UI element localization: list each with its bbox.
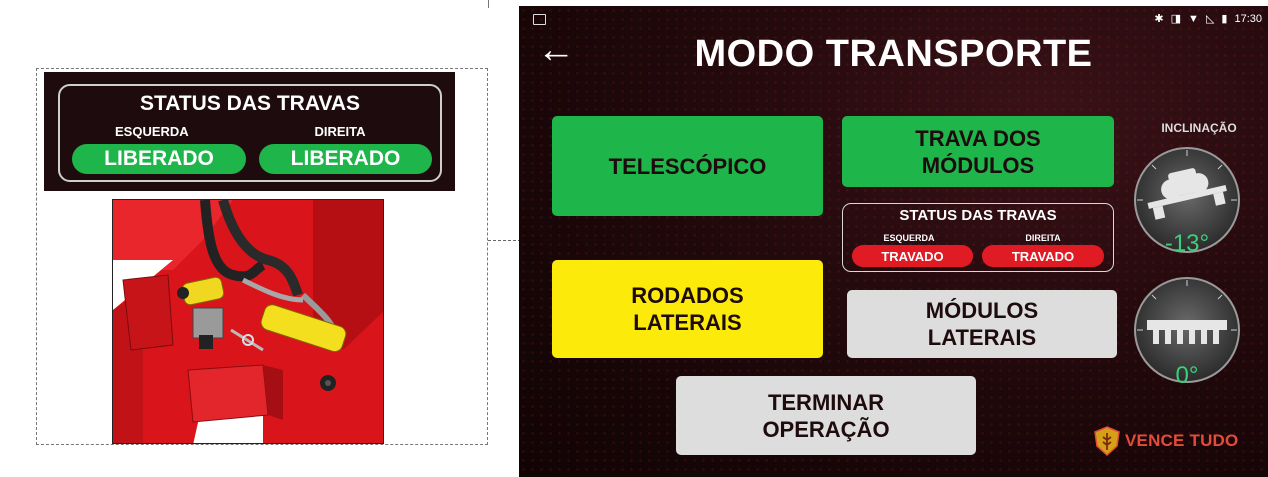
terminar-label-line1: TERMINAR — [767, 389, 885, 415]
rodados-laterais-button[interactable]: RODADOS LATERAIS — [552, 260, 823, 358]
signal-icon: ◺ — [1205, 13, 1215, 25]
trava-modulos-label-line1: TRAVA DOS — [915, 125, 1041, 151]
lock-status-panel: STATUS DAS TRAVAS ESQUERDA DIREITA TRAVA… — [842, 203, 1114, 272]
status-zoom-right-value: LIBERADO — [259, 144, 432, 174]
telescopico-button[interactable]: TELESCÓPICO — [552, 116, 823, 216]
modulos-label-line1: MÓDULOS — [925, 298, 1039, 323]
vibrate-icon: ◨ — [1170, 13, 1182, 25]
lock-status-right-value: TRAVADO — [982, 245, 1104, 267]
lock-mechanism-illustration — [112, 199, 384, 444]
rodados-label-line2: LATERAIS — [633, 310, 742, 335]
clock: 17:30 — [1234, 12, 1262, 25]
wifi-icon: ▼ — [1188, 12, 1199, 25]
brand-name: VENCE TUDO — [1125, 431, 1239, 450]
system-status-bar: ✱ ◨ ▼ ◺ ▮ 17:30 — [1154, 12, 1262, 26]
trava-modulos-button[interactable]: TRAVA DOS MÓDULOS — [842, 116, 1114, 187]
tablet-screen: ✱ ◨ ▼ ◺ ▮ 17:30 ← MODO TRANSPORTE TELESC… — [519, 6, 1268, 477]
modulos-laterais-button[interactable]: MÓDULOS LATERAIS — [847, 290, 1117, 358]
lock-status-left-value: TRAVADO — [852, 245, 973, 267]
status-zoom-left-value: LIBERADO — [72, 144, 246, 174]
brand-logo: VENCE TUDO — [1093, 426, 1238, 456]
battery-icon: ▮ — [1221, 13, 1228, 25]
wheat-shield-icon — [1094, 426, 1120, 456]
modulos-label-line2: LATERAIS — [927, 325, 1037, 350]
telescopico-label: TELESCÓPICO — [608, 153, 767, 179]
status-zoom-left-label: ESQUERDA — [115, 124, 189, 139]
trava-modulos-label-line2: MÓDULOS — [921, 152, 1035, 178]
status-zoom-panel: STATUS DAS TRAVAS ESQUERDA DIREITA LIBER… — [44, 72, 455, 191]
page-title: MODO TRANSPORTE — [694, 33, 1093, 75]
terminar-operacao-button[interactable]: TERMINAR OPERAÇÃO — [676, 376, 976, 455]
status-zoom-right-label: DIREITA — [314, 124, 366, 139]
terminar-label-line2: OPERAÇÃO — [762, 416, 890, 442]
status-zoom-title: STATUS DAS TRAVAS — [139, 92, 361, 115]
rodados-label-line1: RODADOS — [631, 283, 744, 308]
status-zoom-frame: STATUS DAS TRAVAS ESQUERDA DIREITA LIBER… — [58, 84, 442, 182]
inclination-pitch-value: 0° — [1175, 362, 1199, 389]
lock-mechanism-drawing — [113, 200, 383, 443]
bluetooth-icon: ✱ — [1154, 13, 1164, 25]
lock-status-left-label: ESQUERDA — [883, 233, 935, 243]
inclinacao-label: INCLINAÇÃO — [1161, 121, 1237, 135]
gallery-notification-icon — [533, 14, 546, 25]
lock-status-right-label: DIREITA — [1025, 233, 1061, 243]
inclination-roll-value: -13° — [1164, 230, 1210, 257]
lock-status-title: STATUS DAS TRAVAS — [899, 207, 1057, 224]
top-tick-line — [488, 0, 489, 8]
